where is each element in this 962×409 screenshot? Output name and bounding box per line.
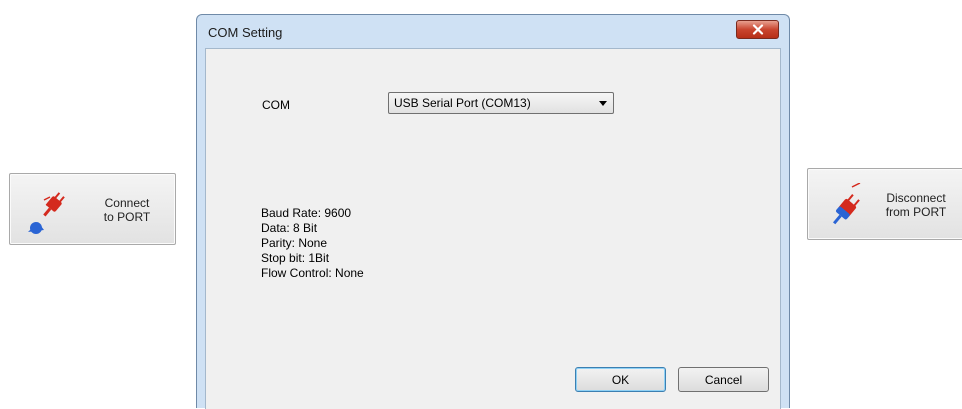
connect-button-label: Connect to PORT	[103, 196, 151, 224]
baud-rate-text: Baud Rate: 9600	[261, 206, 352, 220]
close-button[interactable]	[736, 20, 779, 39]
data-bits-text: Data: 8 Bit	[261, 221, 318, 235]
parity-text: Parity: None	[261, 236, 328, 250]
com-label: COM	[262, 98, 290, 112]
close-icon	[752, 24, 763, 35]
flow-control-text: Flow Control: None	[261, 266, 364, 280]
port-settings-info: Baud Rate: 9600 Data: 8 Bit Parity: None…	[261, 206, 364, 281]
dialog-client-area: COM USB Serial Port (COM13) Baud Rate: 9…	[205, 48, 781, 409]
disconnect-button-label: Disconnect from PORT	[885, 191, 947, 219]
com-port-selected: USB Serial Port (COM13)	[394, 96, 531, 110]
disconnect-from-port-button[interactable]: Disconnect from PORT	[807, 168, 962, 240]
stop-bit-text: Stop bit: 1Bit	[261, 251, 330, 265]
chevron-down-icon	[599, 101, 607, 106]
connect-to-port-button[interactable]: Connect to PORT	[9, 173, 176, 245]
ok-button[interactable]: OK	[575, 367, 666, 392]
com-port-dropdown[interactable]: USB Serial Port (COM13)	[388, 92, 614, 114]
plug-connect-icon	[28, 192, 65, 234]
title-bar[interactable]: COM Setting	[197, 15, 789, 48]
com-setting-dialog: COM Setting COM USB Serial Port (COM13) …	[196, 14, 790, 409]
plug-disconnect-icon	[832, 183, 861, 225]
cancel-button[interactable]: Cancel	[678, 367, 769, 392]
dialog-title: COM Setting	[208, 25, 283, 40]
